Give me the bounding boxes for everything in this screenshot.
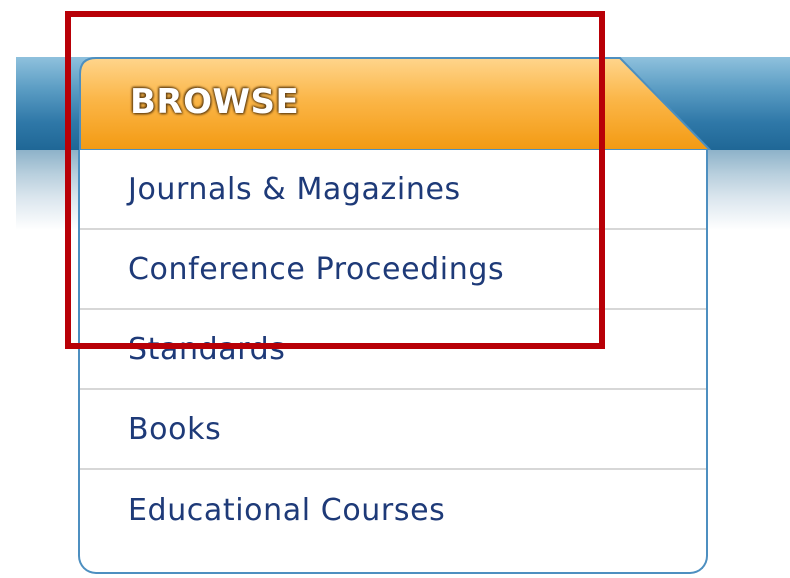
browse-item-educational-courses[interactable]: Educational Courses bbox=[80, 470, 706, 550]
browse-item-journals-magazines[interactable]: Journals & Magazines bbox=[80, 150, 706, 230]
browse-header: BROWSE bbox=[78, 56, 712, 150]
browse-list: Journals & Magazines Conference Proceedi… bbox=[80, 150, 706, 550]
browse-item-conference-proceedings[interactable]: Conference Proceedings bbox=[80, 230, 706, 310]
browse-link-educational-courses[interactable]: Educational Courses bbox=[128, 493, 445, 528]
browse-item-standards[interactable]: Standards bbox=[80, 310, 706, 390]
browse-link-books[interactable]: Books bbox=[128, 412, 221, 447]
browse-list-container: Journals & Magazines Conference Proceedi… bbox=[78, 150, 708, 574]
page-root: BROWSE Journals & Magazines Conference P… bbox=[0, 0, 790, 578]
browse-link-standards[interactable]: Standards bbox=[128, 332, 286, 367]
browse-item-books[interactable]: Books bbox=[80, 390, 706, 470]
browse-link-journals-magazines[interactable]: Journals & Magazines bbox=[128, 172, 461, 207]
browse-title: BROWSE bbox=[130, 82, 300, 122]
browse-panel: BROWSE Journals & Magazines Conference P… bbox=[78, 56, 712, 576]
browse-link-conference-proceedings[interactable]: Conference Proceedings bbox=[128, 252, 504, 287]
